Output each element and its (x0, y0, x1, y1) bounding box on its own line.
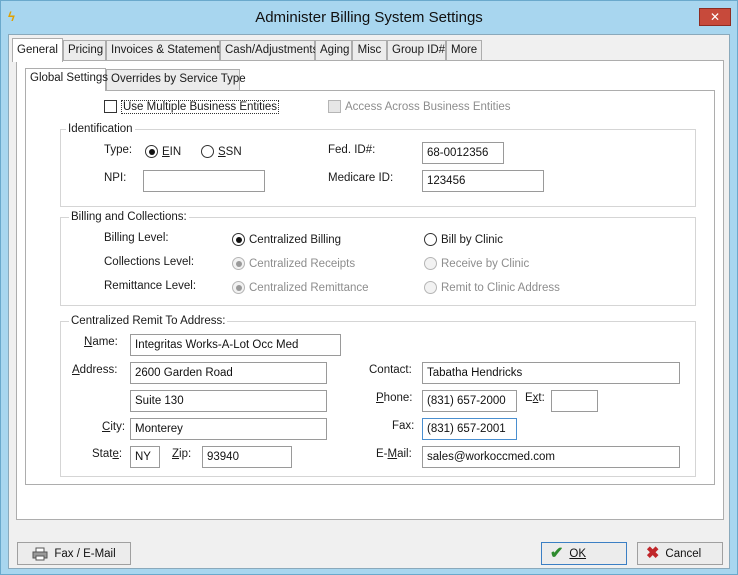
email-label: E-Mail: (376, 448, 412, 460)
receive-by-clinic-radio (424, 257, 437, 270)
receive-by-clinic-label: Receive by Clinic (441, 258, 530, 270)
tab-misc[interactable]: Misc (352, 40, 387, 61)
subtab-global-settings[interactable]: Global Settings (25, 68, 108, 91)
state-field[interactable] (130, 446, 160, 468)
ext-field[interactable] (551, 390, 598, 412)
email-field[interactable] (422, 446, 680, 468)
medicare-id-label: Medicare ID: (328, 172, 394, 184)
printer-icon (32, 547, 48, 560)
tab-more[interactable]: More (446, 40, 482, 61)
cancel-x-icon: ✖ (646, 544, 660, 562)
title-bar[interactable]: ϟ Administer Billing System Settings ✕ (1, 1, 737, 33)
centralized-billing-label: Centralized Billing (249, 234, 342, 246)
fax-email-label: Fax / E-Mail (54, 547, 116, 560)
npi-field[interactable] (143, 170, 265, 192)
tab-group-id[interactable]: Group ID# (387, 40, 446, 61)
remit-to-clinic-radio (424, 281, 437, 294)
access-across-entities-label: Access Across Business Entities (345, 101, 511, 113)
phone-field[interactable] (422, 390, 517, 412)
ssn-label: SSN (218, 146, 242, 158)
cancel-label: Cancel (665, 547, 702, 560)
tab-general[interactable]: General (12, 38, 63, 62)
remit-name-field[interactable] (130, 334, 341, 356)
billing-level-label: Billing Level: (104, 232, 169, 244)
close-button[interactable]: ✕ (699, 8, 731, 26)
collections-level-label: Collections Level: (104, 256, 195, 268)
remittance-level-label: Remittance Level: (104, 280, 197, 292)
tab-aging[interactable]: Aging (315, 40, 352, 61)
fed-id-field[interactable] (422, 142, 504, 164)
use-multiple-entities-label[interactable]: Use Multiple Business Entities (121, 100, 280, 114)
identification-group (60, 129, 696, 207)
medicare-id-field[interactable] (422, 170, 544, 192)
bill-by-clinic-label: Bill by Clinic (441, 234, 503, 246)
centralized-receipts-radio (232, 257, 245, 270)
check-icon: ✔ (550, 544, 564, 562)
access-across-entities-checkbox (328, 100, 341, 113)
fax-field[interactable] (422, 418, 517, 440)
ext-label: Ext: (525, 392, 545, 404)
remit-to-clinic-label: Remit to Clinic Address (441, 282, 560, 294)
dialog-window: ϟ Administer Billing System Settings ✕ G… (0, 0, 738, 575)
name-label: Name: (84, 336, 118, 348)
ok-label: OK (569, 547, 587, 560)
address-label: Address: (72, 364, 118, 376)
ein-radio[interactable] (145, 145, 158, 158)
cancel-button[interactable]: ✖ Cancel (637, 542, 723, 565)
zip-label: Zip: (172, 448, 192, 460)
billing-collections-title: Billing and Collections: (69, 211, 189, 223)
remit-address-title: Centralized Remit To Address: (69, 315, 228, 327)
window-title: Administer Billing System Settings (255, 9, 483, 26)
fed-id-label: Fed. ID#: (328, 144, 376, 156)
address-line1-field[interactable] (130, 362, 327, 384)
centralized-remittance-radio (232, 281, 245, 294)
state-label: State: (92, 448, 123, 460)
type-label: Type: (104, 144, 133, 156)
ein-label: EIN (162, 146, 182, 158)
ok-button[interactable]: ✔ OK (541, 542, 627, 565)
city-label: City: (102, 421, 126, 433)
dialog-body: General Pricing Invoices & Statements Ca… (8, 34, 730, 569)
zip-field[interactable] (202, 446, 292, 468)
use-multiple-entities-checkbox[interactable] (104, 100, 117, 113)
bill-by-clinic-radio[interactable] (424, 233, 437, 246)
address-line2-field[interactable] (130, 390, 327, 412)
subtab-overrides-by-service-type[interactable]: Overrides by Service Type (106, 69, 246, 90)
fax-label: Fax: (392, 420, 415, 432)
city-field[interactable] (130, 418, 327, 440)
centralized-billing-radio[interactable] (232, 233, 245, 246)
tab-cash-adjustments[interactable]: Cash/Adjustments (220, 40, 318, 61)
fax-email-button[interactable]: Fax / E-Mail (17, 542, 131, 565)
contact-label: Contact: (369, 364, 412, 376)
npi-label: NPI: (104, 172, 127, 184)
tab-invoices-statements[interactable]: Invoices & Statements (106, 40, 225, 61)
phone-label: Phone: (376, 392, 413, 404)
centralized-receipts-label: Centralized Receipts (249, 258, 356, 270)
tab-pricing[interactable]: Pricing (63, 40, 106, 61)
contact-field[interactable] (422, 362, 680, 384)
centralized-remittance-label: Centralized Remittance (249, 282, 369, 294)
identification-title: Identification (66, 123, 135, 135)
global-settings-panel: Use Multiple Business Entities Access Ac… (25, 90, 715, 485)
ssn-radio[interactable] (201, 145, 214, 158)
